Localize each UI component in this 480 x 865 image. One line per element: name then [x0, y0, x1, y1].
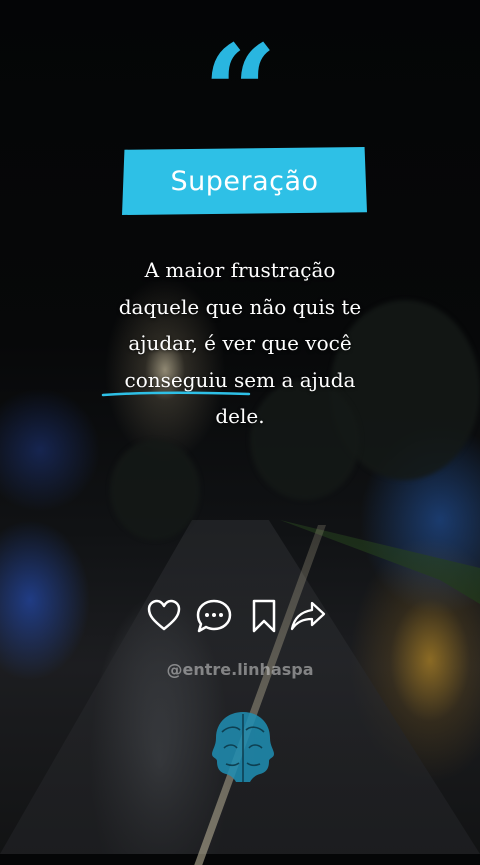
share-arrow-icon [290, 601, 326, 631]
title-banner: Superação [122, 147, 367, 215]
quote-mark-icon: “ [202, 16, 278, 169]
heart-icon [147, 599, 181, 631]
highlight-underline [101, 391, 251, 397]
quote-line: daquele que não quis te [118, 294, 362, 319]
share-button[interactable] [290, 598, 326, 634]
quote-line: A maior frustração [144, 258, 336, 282]
tree-silhouette [110, 440, 200, 540]
two-face-logo-icon [212, 712, 274, 782]
road [0, 520, 480, 854]
quote-line: dele. [215, 404, 265, 428]
quote-line: ajudar, é ver que você [128, 331, 352, 355]
account-handle: @entre.linhaspa [166, 660, 314, 679]
comment-button[interactable] [196, 598, 232, 634]
speech-bubble-icon [196, 599, 232, 633]
like-button[interactable] [146, 598, 182, 634]
save-button[interactable] [246, 598, 282, 634]
post-title: Superação [170, 165, 319, 197]
action-bar [146, 598, 336, 634]
bookmark-icon [252, 599, 276, 633]
quote-text: A maior frustração daquele que não quis … [90, 252, 390, 435]
